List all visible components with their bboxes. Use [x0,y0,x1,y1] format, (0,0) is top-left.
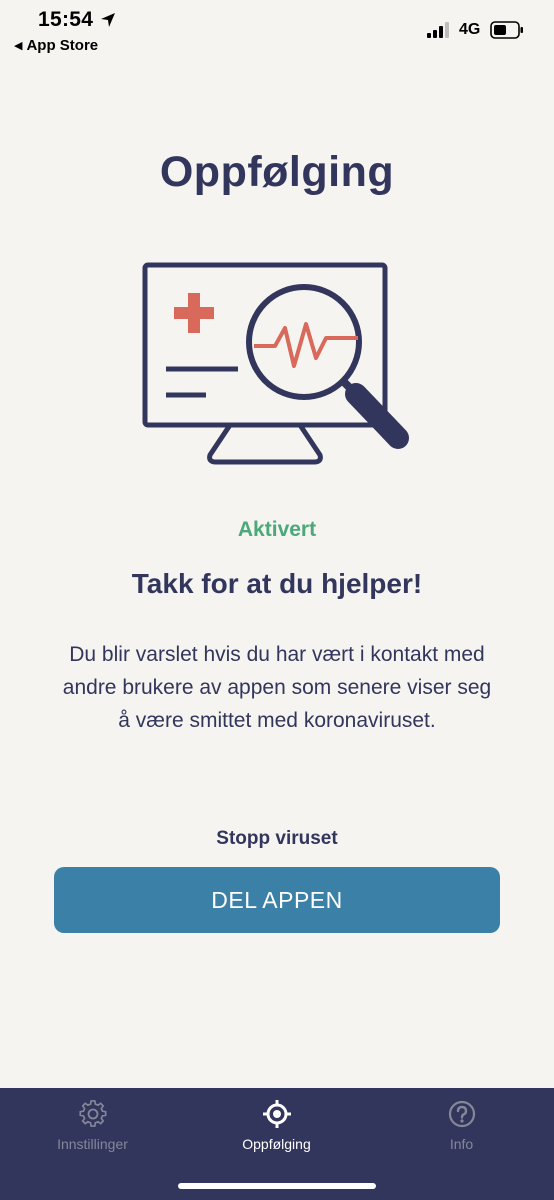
status-time: 15:54 [38,8,94,31]
thanks-headline: Takk for at du hjelper! [131,568,423,599]
question-icon [448,1100,475,1128]
tab-label: Info [449,1136,474,1152]
location-arrow-icon [101,13,115,27]
notification-description: Du blir varslet hvis du har vært i konta… [62,643,492,732]
app-screen: 15:54 ◀ App Store 4G Oppfølging Aktivert… [0,0,554,1200]
cellular-signal-icon [427,22,449,38]
tab-innstillinger[interactable]: Innstillinger [0,1088,185,1168]
monitor-magnifier-illustration [142,262,409,465]
bottom-tab-bar: Innstillinger Oppfølging Info [0,1088,554,1200]
tab-info[interactable]: Info [369,1088,554,1168]
battery-icon [490,21,523,39]
tracking-status-label: Aktivert [237,518,317,541]
stop-virus-label: Stopp viruset [216,828,338,849]
share-app-button[interactable]: DEL APPEN [54,867,500,933]
home-indicator[interactable] [178,1183,376,1189]
tab-label: Innstillinger [57,1136,128,1152]
tab-label: Oppfølging [242,1136,311,1152]
back-to-app-store-link[interactable]: ◀ App Store [14,37,98,54]
back-app-label: App Store [26,37,99,54]
tab-oppfolging[interactable]: Oppfølging [184,1088,369,1168]
network-type: 4G [459,21,481,38]
page-title: Oppfølging [159,148,395,196]
back-triangle-icon: ◀ [14,40,23,52]
gear-icon [78,1100,106,1127]
target-icon [262,1100,291,1128]
status-bar: 15:54 ◀ App Store 4G [0,0,554,62]
